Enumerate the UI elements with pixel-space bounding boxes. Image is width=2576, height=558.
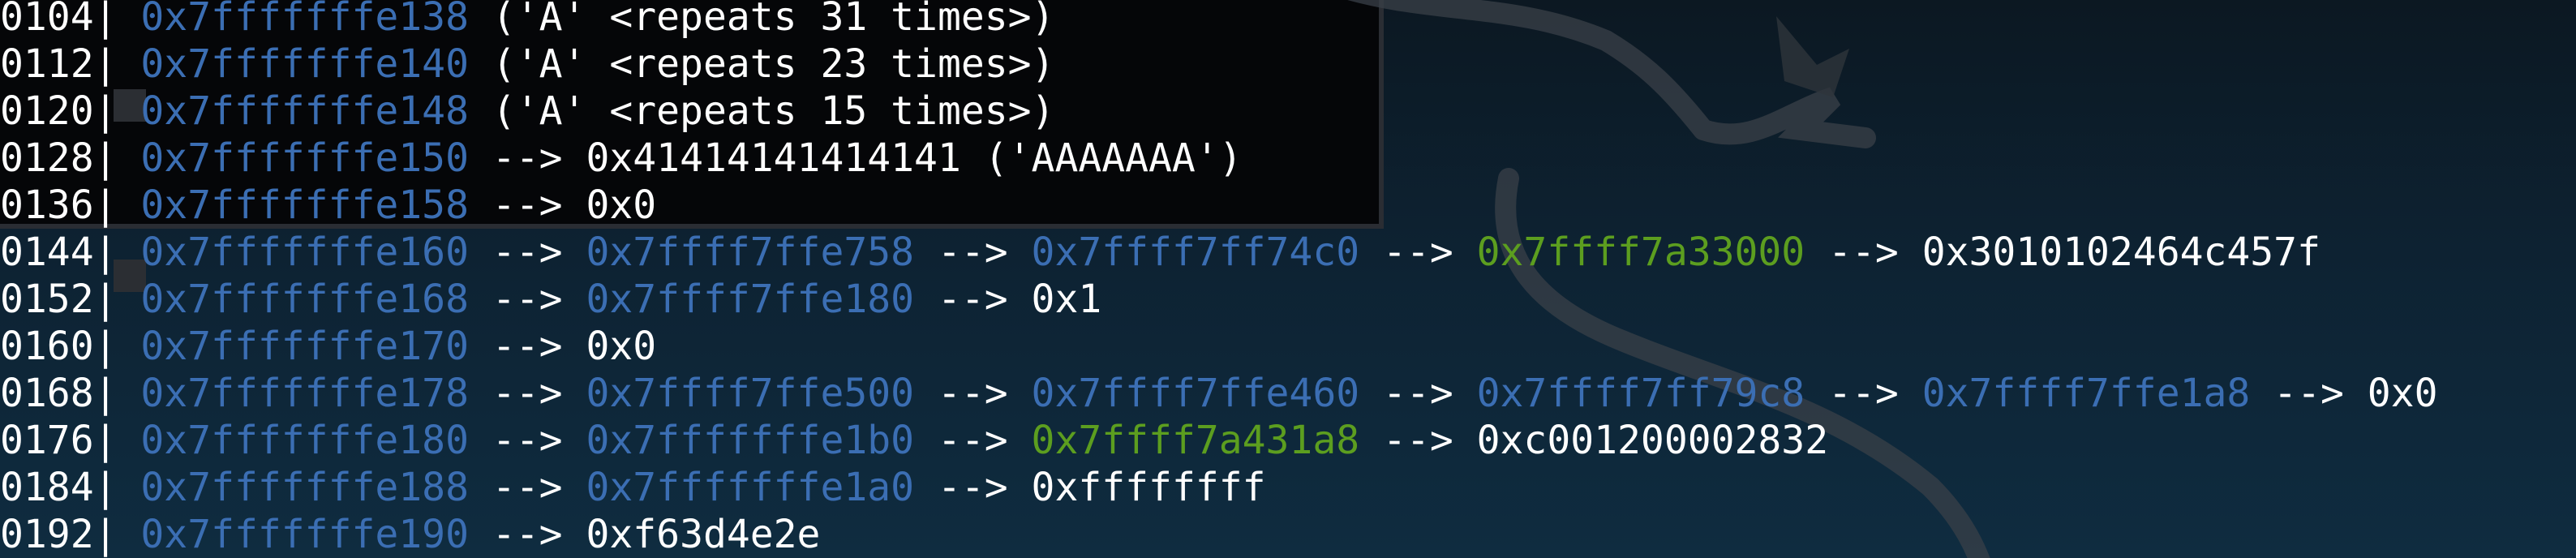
stack-address: 0x7fffffffe148 <box>140 88 469 134</box>
stack-line: 0136| 0x7fffffffe158 --> 0x0 <box>0 182 2437 229</box>
pointer-arrow: --> <box>914 230 1032 275</box>
stack-line: 0104| 0x7fffffffe138 ('A' <repeats 31 ti… <box>0 0 2437 41</box>
stack-address: 0x7fffffffe160 <box>140 230 469 275</box>
stack-address: 0x7fffffffe170 <box>140 324 469 369</box>
pointer-arrow: --> <box>1359 230 1477 275</box>
stack-line: 0160| 0x7fffffffe170 --> 0x0 <box>0 323 2437 370</box>
stack-address: 0x7fffffffe178 <box>140 371 469 416</box>
pointer-value: 0xc001200002832 <box>1476 418 1829 463</box>
stack-address: 0x7ffff7ffe500 <box>586 371 915 416</box>
pointer-arrow: --> <box>1359 418 1477 463</box>
stack-address: 0x7fffffffe168 <box>140 277 469 322</box>
stack-line: 0176| 0x7fffffffe180 --> 0x7fffffffe1b0 … <box>0 417 2437 464</box>
stack-offset: 0168| <box>0 371 141 416</box>
pointer-arrow: --> <box>2250 371 2368 416</box>
stack-dump-output[interactable]: 0104| 0x7fffffffe138 ('A' <repeats 31 ti… <box>0 0 2437 558</box>
stack-address: 0x7fffffffe138 <box>140 0 469 40</box>
stack-address: 0x7fffffffe190 <box>140 512 469 557</box>
stack-address: 0x7ffff7ffe1a8 <box>1921 371 2251 416</box>
stack-address: 0x7fffffffe1b0 <box>586 418 915 463</box>
pointer-arrow: --> <box>1805 230 1922 275</box>
stack-line: 0128| 0x7fffffffe150 --> 0x4141414141414… <box>0 135 2437 182</box>
stack-address: 0x7ffff7ffe460 <box>1031 371 1360 416</box>
string-value: ('A' <repeats 31 times>) <box>468 0 1055 40</box>
pointer-arrow: --> <box>468 277 586 322</box>
stack-offset: 0120| <box>0 88 141 134</box>
stack-offset: 0192| <box>0 512 141 557</box>
stack-address: 0x7ffff7ff79c8 <box>1476 371 1805 416</box>
string-value: ('A' <repeats 15 times>) <box>468 88 1055 134</box>
stack-offset: 0160| <box>0 324 141 369</box>
string-value: ('A' <repeats 23 times>) <box>468 41 1055 87</box>
stack-line: 0184| 0x7fffffffe188 --> 0x7fffffffe1a0 … <box>0 464 2437 511</box>
pointer-arrow: --> <box>468 371 586 416</box>
stack-address: 0x7ffff7ff74c0 <box>1031 230 1360 275</box>
pointer-arrow: --> <box>914 371 1032 416</box>
stack-offset: 0104| <box>0 0 141 40</box>
stack-address: 0x7ffff7ffe758 <box>586 230 915 275</box>
stack-address: 0x7fffffffe150 <box>140 135 469 181</box>
pointer-arrow: --> <box>914 418 1032 463</box>
pointer-arrow: --> <box>468 465 586 510</box>
stack-offset: 0184| <box>0 465 141 510</box>
stack-address: 0x7fffffffe1a0 <box>586 465 915 510</box>
code-address: 0x7ffff7a431a8 <box>1031 418 1360 463</box>
pointer-arrow: --> <box>1805 371 1922 416</box>
stack-offset: 0128| <box>0 135 141 181</box>
pointer-value: 0x0 <box>2367 371 2438 416</box>
pointer-arrow: --> <box>468 230 586 275</box>
stack-address: 0x7fffffffe180 <box>140 418 469 463</box>
pointer-value: 0x41414141414141 ('AAAAAAA') <box>586 135 1243 181</box>
stack-address: 0x7fffffffe158 <box>140 182 469 228</box>
stack-offset: 0176| <box>0 418 141 463</box>
stack-line: 0144| 0x7fffffffe160 --> 0x7ffff7ffe758 … <box>0 229 2437 276</box>
stack-offset: 0112| <box>0 41 141 87</box>
pointer-arrow: --> <box>468 324 586 369</box>
stack-address: 0x7fffffffe188 <box>140 465 469 510</box>
code-address: 0x7ffff7a33000 <box>1476 230 1805 275</box>
stack-offset: 0136| <box>0 182 141 228</box>
stack-offset: 0152| <box>0 277 141 322</box>
pointer-arrow: --> <box>468 135 586 181</box>
pointer-value: 0x1 <box>1031 277 1102 322</box>
pointer-arrow: --> <box>914 277 1032 322</box>
pointer-arrow: --> <box>468 512 586 557</box>
stack-line: 0192| 0x7fffffffe190 --> 0xf63d4e2e <box>0 511 2437 558</box>
stack-address: 0x7ffff7ffe180 <box>586 277 915 322</box>
pointer-arrow: --> <box>914 465 1032 510</box>
pointer-value: 0xf63d4e2e <box>586 512 821 557</box>
pointer-arrow: --> <box>468 182 586 228</box>
stack-address: 0x7fffffffe140 <box>140 41 469 87</box>
stack-line: 0168| 0x7fffffffe178 --> 0x7ffff7ffe500 … <box>0 370 2437 417</box>
pointer-value: 0x3010102464c457f <box>1921 230 2321 275</box>
pointer-value: 0x0 <box>586 324 657 369</box>
pointer-value: 0xffffffff <box>1031 465 1266 510</box>
pointer-arrow: --> <box>468 418 586 463</box>
pointer-arrow: --> <box>1359 371 1477 416</box>
pointer-value: 0x0 <box>586 182 657 228</box>
stack-line: 0120| 0x7fffffffe148 ('A' <repeats 15 ti… <box>0 88 2437 135</box>
stack-line: 0112| 0x7fffffffe140 ('A' <repeats 23 ti… <box>0 41 2437 88</box>
stack-offset: 0144| <box>0 230 141 275</box>
terminal-screen[interactable]: 0104| 0x7fffffffe138 ('A' <repeats 31 ti… <box>0 0 2576 558</box>
stack-line: 0152| 0x7fffffffe168 --> 0x7ffff7ffe180 … <box>0 276 2437 323</box>
